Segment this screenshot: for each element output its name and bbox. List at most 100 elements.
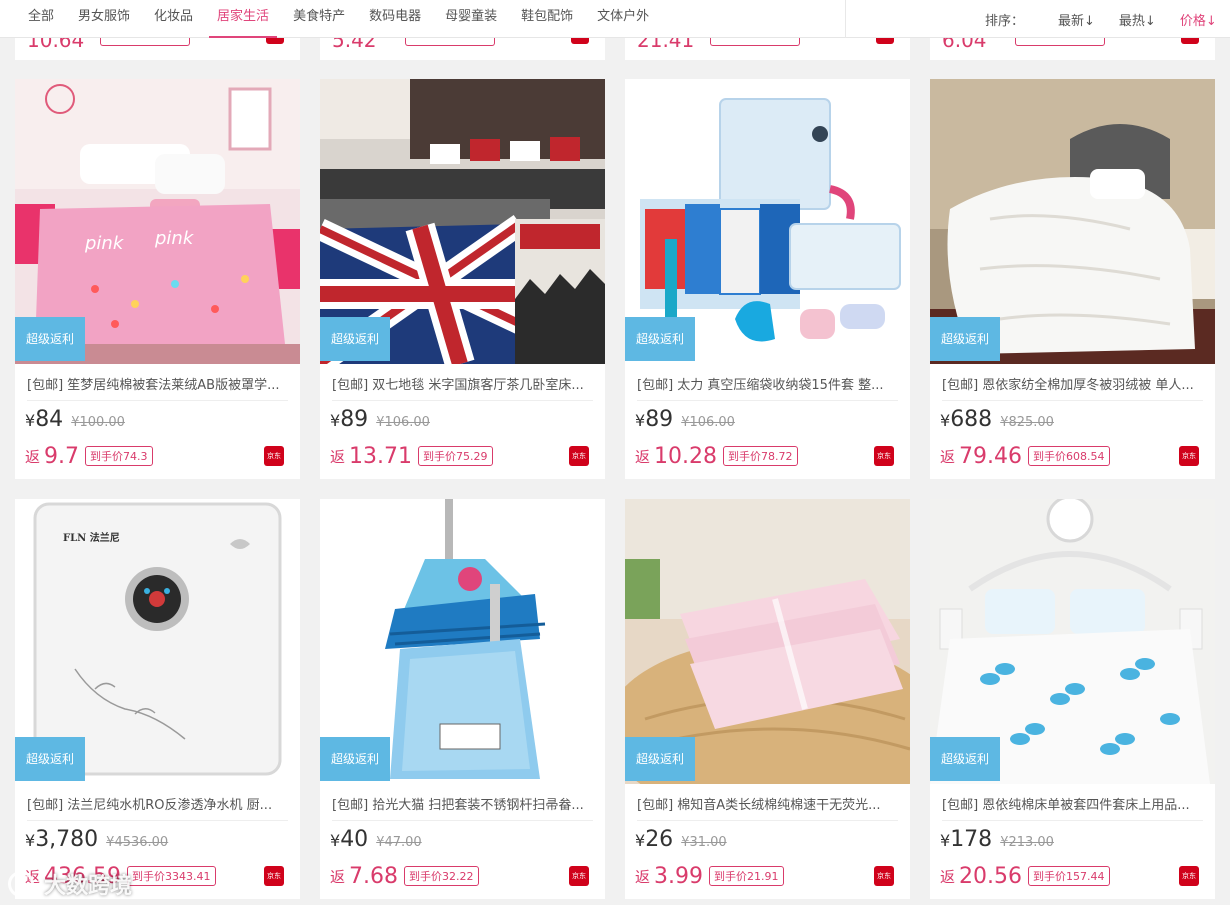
- net-price-tag: 到手价78.72: [723, 446, 798, 466]
- product-title[interactable]: [包邮] 恩依家纺全棉加厚冬被羽绒被 单人...: [942, 374, 1207, 393]
- watermark-logo-icon: [8, 871, 34, 897]
- jd-logo-icon[interactable]: 京东: [569, 446, 589, 466]
- tab-cosmetics[interactable]: 化妆品: [146, 0, 201, 38]
- currency-symbol: ¥: [25, 411, 36, 430]
- tab-all[interactable]: 全部: [20, 0, 62, 38]
- price-value: 84: [35, 407, 64, 432]
- super-rebate-badge[interactable]: 超级返利: [320, 737, 390, 781]
- category-tabs: 全部 男女服饰 化妆品 居家生活 美食特产 数码电器 母婴童装 鞋包配饰 文体户…: [20, 0, 665, 38]
- net-price-tag: 到手价32.22: [404, 866, 479, 886]
- jd-logo-icon[interactable]: 京东: [1179, 866, 1199, 886]
- rebate-label: 返: [330, 447, 346, 466]
- price-value: 178: [950, 827, 993, 852]
- original-price: ¥825.00: [1000, 415, 1054, 430]
- rebate-line: 返 3.99 到手价21.91: [635, 862, 784, 890]
- product-card-partial[interactable]: 6.04: [930, 38, 1215, 60]
- product-card-partial[interactable]: 21.41: [625, 38, 910, 60]
- product-card[interactable]: 超级返利 [包邮] 双七地毯 米字国旗客厅茶几卧室床... ¥89 ¥106.0…: [320, 79, 605, 479]
- original-price: ¥100.00: [71, 415, 125, 430]
- product-title[interactable]: [包邮] 法兰尼纯水机RO反渗透净水机 厨...: [27, 794, 292, 813]
- price-value: 3,780: [35, 827, 99, 852]
- original-price: ¥213.00: [1000, 835, 1054, 850]
- net-price-tag: 到手价21.91: [709, 866, 784, 886]
- super-rebate-badge[interactable]: 超级返利: [625, 317, 695, 361]
- price: ¥178: [940, 827, 992, 852]
- net-price-tag: [710, 38, 800, 46]
- original-price: ¥47.00: [376, 835, 422, 850]
- divider: [637, 820, 898, 821]
- jd-logo-icon[interactable]: 京东: [264, 446, 284, 466]
- sort-hottest[interactable]: 最热↓: [1119, 10, 1156, 29]
- product-card-partial[interactable]: 5.42: [320, 38, 605, 60]
- super-rebate-badge[interactable]: 超级返利: [625, 737, 695, 781]
- jd-logo-icon[interactable]: 京东: [1179, 446, 1199, 466]
- rebate-value: 13.71: [349, 443, 412, 469]
- super-rebate-badge[interactable]: 超级返利: [320, 317, 390, 361]
- original-price: ¥31.00: [681, 835, 727, 850]
- tab-sports-outdoor[interactable]: 文体户外: [589, 0, 657, 38]
- rebate-line: 返 10.28 到手价78.72: [635, 442, 798, 470]
- product-card-partial[interactable]: 10.64: [15, 38, 300, 60]
- divider: [27, 400, 288, 401]
- rebate-value: 9.7: [44, 443, 80, 469]
- rebate-line: 返 9.7 到手价74.3: [25, 442, 153, 470]
- product-title[interactable]: [包邮] 太力 真空压缩袋收纳袋15件套 整...: [637, 374, 902, 393]
- price-line: ¥688 ¥825.00: [940, 407, 1054, 437]
- product-card[interactable]: 超级返利 [包邮] 恩依纯棉床单被套四件套床上用品... ¥178 ¥213.0…: [930, 499, 1215, 899]
- super-rebate-badge[interactable]: 超级返利: [930, 737, 1000, 781]
- price-value: 40: [340, 827, 369, 852]
- jd-logo-icon: [1181, 38, 1199, 44]
- divider: [637, 400, 898, 401]
- price-line: ¥40 ¥47.00: [330, 827, 422, 857]
- product-title[interactable]: [包邮] 棉知音A类长绒棉纯棉速干无荧光...: [637, 794, 902, 813]
- super-rebate-badge[interactable]: 超级返利: [930, 317, 1000, 361]
- sort-bar: 排序： 最新↓ 最热↓ 价格↓: [985, 0, 1217, 38]
- product-title[interactable]: [包邮] 恩依纯棉床单被套四件套床上用品...: [942, 794, 1207, 813]
- svg-text:pink: pink: [84, 233, 125, 254]
- sort-price[interactable]: 价格↓: [1180, 10, 1217, 29]
- product-title[interactable]: [包邮] 笙梦居纯棉被套法莱绒AB版被罩学...: [27, 374, 292, 393]
- price-line: ¥89 ¥106.00: [635, 407, 735, 437]
- jd-logo-icon[interactable]: 京东: [874, 866, 894, 886]
- price-value: 89: [340, 407, 369, 432]
- super-rebate-badge[interactable]: 超级返利: [15, 317, 85, 361]
- watermark-text: 大数跨境: [44, 874, 133, 899]
- original-price: ¥106.00: [376, 415, 430, 430]
- product-card[interactable]: FLN 法兰尼 超级返利 [包邮] 法兰尼纯水机RO反渗透净水机 厨... ¥3…: [15, 499, 300, 899]
- divider: [332, 820, 593, 821]
- product-card[interactable]: 超级返利 [包邮] 拾光大猫 扫把套装不锈钢杆扫帚畚... ¥40 ¥47.00…: [320, 499, 605, 899]
- tab-home-living[interactable]: 居家生活: [209, 0, 278, 38]
- sort-newest[interactable]: 最新↓: [1058, 10, 1095, 29]
- tab-baby[interactable]: 母婴童装: [437, 0, 505, 38]
- product-card[interactable]: pink pink 超级返利 [包邮] 笙梦居纯棉被套法莱绒AB版被罩学... …: [15, 79, 300, 479]
- rebate-value: 5.42: [332, 38, 377, 52]
- product-title[interactable]: [包邮] 拾光大猫 扫把套装不锈钢杆扫帚畚...: [332, 794, 597, 813]
- price: ¥688: [940, 407, 992, 432]
- jd-logo-icon: [266, 38, 284, 44]
- rebate-line: 返 7.68 到手价32.22: [330, 862, 479, 890]
- product-title[interactable]: [包邮] 双七地毯 米字国旗客厅茶几卧室床...: [332, 374, 597, 393]
- tab-apparel[interactable]: 男女服饰: [70, 0, 138, 38]
- rebate-value: 21.41: [637, 38, 695, 52]
- price: ¥26: [635, 827, 673, 852]
- purifier-brand-logo: FLN 法兰尼: [63, 533, 120, 544]
- super-rebate-badge[interactable]: 超级返利: [15, 737, 85, 781]
- net-price-tag: 到手价157.44: [1028, 866, 1110, 886]
- jd-logo-icon[interactable]: 京东: [569, 866, 589, 886]
- nav-divider: [845, 0, 846, 38]
- tab-electronics[interactable]: 数码电器: [361, 0, 429, 38]
- price-line: ¥178 ¥213.00: [940, 827, 1054, 857]
- jd-logo-icon: [571, 38, 589, 44]
- product-card[interactable]: 超级返利 [包邮] 太力 真空压缩袋收纳袋15件套 整... ¥89 ¥106.…: [625, 79, 910, 479]
- tab-shoes-bags[interactable]: 鞋包配饰: [513, 0, 581, 38]
- price: ¥89: [330, 407, 368, 432]
- product-card[interactable]: 超级返利 [包邮] 恩依家纺全棉加厚冬被羽绒被 单人... ¥688 ¥825.…: [930, 79, 1215, 479]
- tab-food[interactable]: 美食特产: [285, 0, 353, 38]
- product-card[interactable]: 超级返利 [包邮] 棉知音A类长绒棉纯棉速干无荧光... ¥26 ¥31.00 …: [625, 499, 910, 899]
- jd-logo-icon[interactable]: 京东: [264, 866, 284, 886]
- price: ¥84: [25, 407, 63, 432]
- price-value: 26: [645, 827, 674, 852]
- original-price: ¥106.00: [681, 415, 735, 430]
- jd-logo-icon[interactable]: 京东: [874, 446, 894, 466]
- rebate-line: 返 20.56 到手价157.44: [940, 862, 1110, 890]
